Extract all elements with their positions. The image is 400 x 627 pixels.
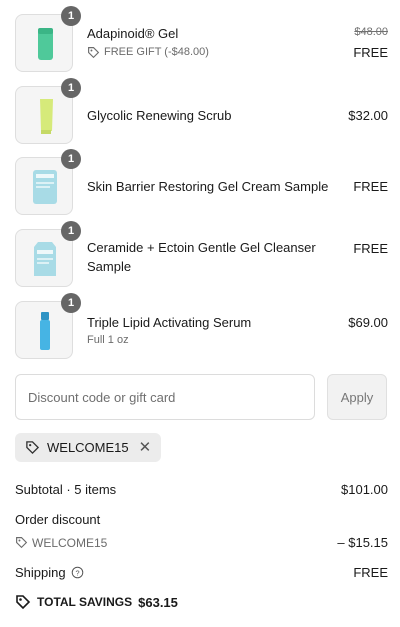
item-variant: Full 1 oz [87,334,129,346]
quantity-badge: 1 [61,78,81,98]
item-name: Skin Barrier Restoring Gel Cream Sample [87,179,329,194]
tag-icon [26,441,40,455]
total-savings-value: $63.15 [138,594,178,610]
item-price: FREE [353,45,388,60]
remove-discount-icon[interactable]: ✕ [139,440,152,455]
discount-code-label: WELCOME15 [47,440,129,455]
item-name: Ceramide + Ectoin Gentle Gel Cleanser Sa… [87,238,316,276]
item-price: FREE [353,241,388,256]
original-price: $48.00 [354,26,388,38]
tag-icon [16,595,31,610]
line-item: 1 Triple Lipid Activating Serum Full 1 o… [15,293,388,359]
order-discount-row: Order discount [15,512,388,527]
tag-icon [88,46,100,58]
tag-icon [16,537,28,549]
help-icon[interactable]: ? [71,566,84,579]
total-savings-label: TOTAL SAVINGS [37,595,133,609]
discount-code-input[interactable] [15,374,315,420]
quantity-badge: 1 [61,221,81,241]
shipping-value: FREE [353,565,388,580]
quantity-badge: 1 [61,293,81,313]
item-price: $69.00 [348,315,388,330]
subtotal-label: Subtotal · 5 items [15,482,117,497]
apply-button[interactable]: Apply [327,374,387,420]
order-discount-label: Order discount [15,512,101,527]
shipping-label-wrap: Shipping ? [15,565,84,580]
quantity-badge: 1 [61,6,81,26]
quantity-badge: 1 [61,149,81,169]
discount-code-detail: WELCOME15 [15,536,107,550]
shipping-label: Shipping [15,565,66,580]
item-name-line1: Ceramide + Ectoin Gentle Gel Cleanser [87,240,316,255]
item-name: Glycolic Renewing Scrub [87,108,232,123]
line-item: 1 Skin Barrier Restoring Gel Cream Sampl… [15,149,388,215]
discount-code-text: WELCOME15 [32,535,108,550]
gift-label: FREE GIFT (-$48.00) [87,45,209,59]
item-name: Triple Lipid Activating Serum [87,315,252,330]
item-price: $32.00 [348,108,388,123]
gift-label-text: FREE GIFT (-$48.00) [104,46,209,58]
applied-discount-tag: WELCOME15 ✕ [15,433,162,462]
item-name: Adapinoid® Gel [87,26,179,41]
svg-text:?: ? [75,568,79,577]
line-item: 1 Ceramide + Ectoin Gentle Gel Cleanser … [15,221,388,287]
subtotal-row: Subtotal · 5 items $101.00 [15,482,388,497]
line-item: 1 Glycolic Renewing Scrub $32.00 [15,78,388,144]
discount-value: – $15.15 [337,535,388,550]
item-price: FREE [353,179,388,194]
discount-detail-row: WELCOME15 – $15.15 [15,535,388,550]
line-item: 1 Adapinoid® Gel FREE GIFT (-$48.00) $48… [15,6,388,72]
shipping-row: Shipping ? FREE [15,565,388,580]
item-name-line2: Sample [87,259,132,274]
subtotal-value: $101.00 [341,482,388,497]
total-savings-row: TOTAL SAVINGS $63.15 [15,594,388,610]
